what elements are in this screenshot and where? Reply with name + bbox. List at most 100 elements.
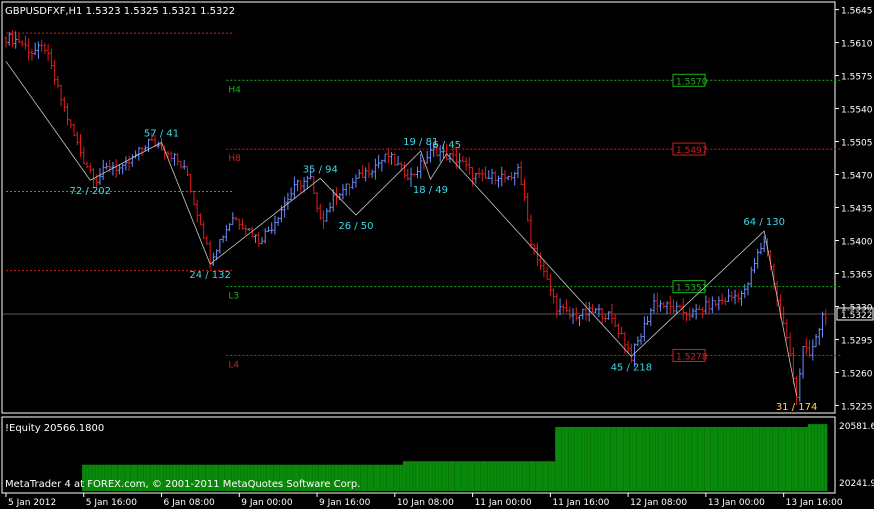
time-tick-label: 12 Jan 08:00 — [630, 498, 687, 508]
equity-bar — [564, 427, 569, 491]
price-tick-label: 1.5260 — [841, 369, 873, 379]
equity-bar — [804, 427, 808, 491]
equity-bar — [713, 427, 718, 491]
equity-bar — [691, 427, 695, 491]
equity-bar — [509, 461, 514, 491]
equity-bar — [707, 427, 711, 491]
equity-bar — [688, 427, 692, 491]
equity-bar — [412, 461, 416, 491]
equity-bar — [639, 427, 643, 491]
equity-bar — [739, 427, 744, 491]
equity-bar — [801, 427, 805, 491]
equity-bar — [360, 464, 365, 491]
equity-bar — [701, 427, 705, 491]
equity-bar — [726, 427, 731, 491]
pivot-level-label: H4 — [228, 85, 241, 95]
equity-bar — [438, 461, 442, 491]
price-tick-label: 1.5225 — [841, 402, 873, 412]
price-tick-label: 1.5365 — [841, 270, 873, 280]
equity-bar — [723, 427, 727, 491]
equity-bar — [539, 461, 543, 491]
equity-bar — [710, 427, 714, 491]
equity-indicator-label: !Equity 20566.1800 — [5, 423, 104, 434]
zigzag-swing-label: 24 / 132 — [189, 270, 231, 281]
equity-bar — [717, 427, 721, 491]
equity-bar — [464, 461, 468, 491]
equity-bar — [623, 427, 627, 491]
equity-bar — [480, 461, 484, 491]
zigzag-swing-label: 6 / 45 — [432, 140, 461, 151]
price-tick-label: 1.5330 — [841, 303, 873, 313]
equity-bar — [406, 461, 410, 491]
equity-bar — [798, 427, 802, 491]
time-tick-label: 5 Jan 2012 — [8, 498, 56, 508]
equity-bar — [474, 461, 478, 491]
equity-bar — [500, 461, 504, 491]
equity-bar — [610, 427, 614, 491]
equity-bar — [506, 461, 510, 491]
equity-bar — [720, 427, 724, 491]
pivot-level-tag-text: 1.5497 — [676, 146, 708, 156]
equity-bar — [652, 427, 656, 491]
zigzag-swing-label: 57 / 41 — [144, 128, 179, 139]
price-tick-label: 1.5295 — [841, 336, 873, 346]
equity-bar — [642, 427, 646, 491]
equity-bar — [386, 464, 390, 491]
equity-bar — [704, 427, 708, 491]
trading-chart-window[interactable]: H41.5570H81.5497L31.5351L41.52781.5322 7… — [0, 0, 874, 509]
pivot-level-label: H8 — [228, 154, 241, 164]
equity-bar — [613, 427, 617, 491]
equity-tick-label: 20241.9 — [839, 479, 874, 489]
equity-bar — [636, 427, 640, 491]
zigzag-swing-label: 45 / 218 — [611, 362, 653, 373]
price-tick-label: 1.5400 — [841, 237, 873, 247]
equity-bar — [788, 427, 792, 491]
equity-bar — [616, 427, 621, 491]
equity-bar — [746, 427, 750, 491]
equity-bar — [551, 461, 556, 491]
equity-bar — [503, 461, 507, 491]
equity-bar — [645, 427, 650, 491]
equity-bar — [399, 464, 403, 491]
equity-bar — [522, 461, 527, 491]
time-tick-label: 13 Jan 00:00 — [708, 498, 765, 508]
equity-bar — [759, 427, 763, 491]
equity-bar — [409, 461, 413, 491]
equity-bar — [730, 427, 734, 491]
equity-bar — [558, 427, 562, 491]
equity-bar — [519, 461, 523, 491]
equity-bar — [376, 464, 381, 491]
equity-bar — [684, 427, 689, 491]
equity-bar — [548, 461, 552, 491]
equity-bar — [574, 427, 578, 491]
equity-bar — [668, 427, 672, 491]
zigzag-swing-label: 31 / 174 — [776, 402, 818, 413]
equity-bar — [428, 461, 433, 491]
equity-bar — [597, 427, 601, 491]
equity-bar — [432, 461, 436, 491]
equity-bar — [765, 427, 770, 491]
equity-bar — [393, 464, 397, 491]
equity-bar — [445, 461, 449, 491]
equity-bar — [772, 427, 776, 491]
equity-bar — [694, 427, 698, 491]
pivot-level-tag-text: 1.5278 — [676, 352, 708, 362]
equity-bar — [402, 461, 407, 491]
equity-bar — [743, 427, 747, 491]
equity-bar — [681, 427, 685, 491]
equity-bar — [458, 461, 462, 491]
zigzag-swing-label: 18 / 49 — [413, 185, 448, 196]
equity-bar — [587, 427, 591, 491]
equity-bar — [513, 461, 517, 491]
equity-bar — [422, 461, 426, 491]
equity-bar — [581, 427, 585, 491]
equity-bar — [655, 427, 659, 491]
equity-bar — [545, 461, 549, 491]
equity-bar — [814, 424, 818, 491]
equity-bar — [778, 427, 783, 491]
equity-bar — [775, 427, 779, 491]
price-tick-label: 1.5505 — [841, 139, 873, 149]
price-tick-label: 1.5645 — [841, 7, 873, 17]
equity-bar — [367, 464, 371, 491]
equity-bar — [649, 427, 653, 491]
